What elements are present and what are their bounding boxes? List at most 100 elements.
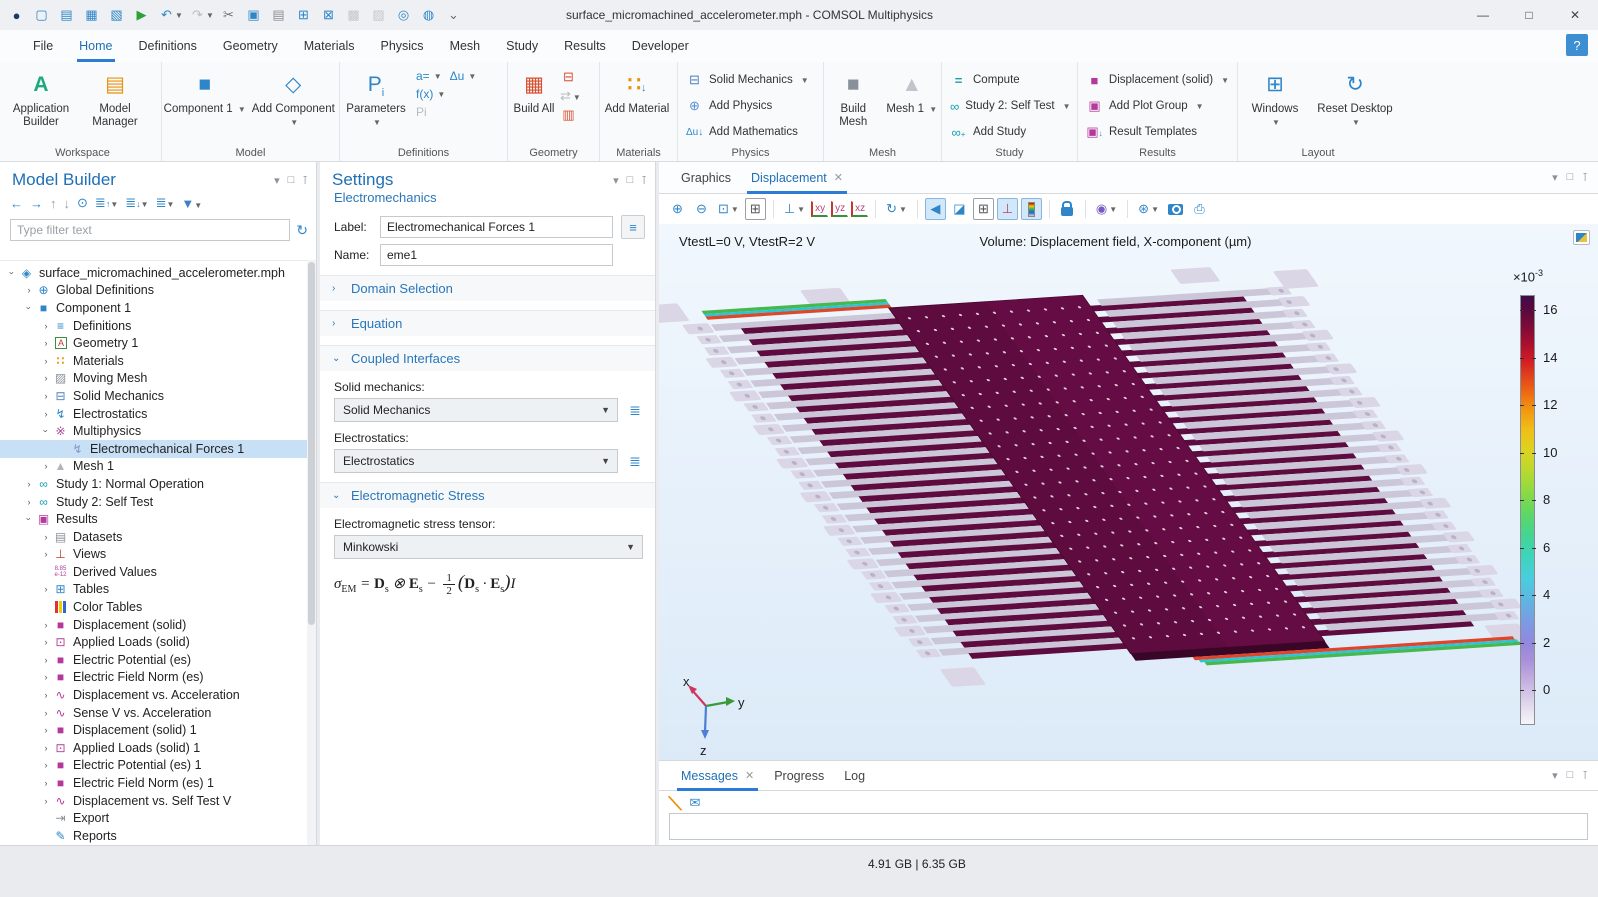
tree-expand-arrow[interactable]: › — [40, 672, 52, 682]
tree-item[interactable]: ›AGeometry 1 — [0, 334, 307, 352]
tree-expand-arrow[interactable]: › — [41, 425, 51, 437]
tree-item[interactable]: ↯Electromechanical Forces 1 — [0, 440, 307, 458]
image-disabled-icon[interactable]: ▩ — [341, 2, 366, 28]
panel-menu-chevron-icon[interactable]: ▾ — [274, 174, 280, 187]
panel-pin-icon[interactable]: ⊺ — [302, 174, 308, 187]
tree-item[interactable]: ✎Reports — [0, 827, 307, 845]
tree-item[interactable]: ›▣Results — [0, 510, 307, 528]
tree-item[interactable]: ›⊞Tables — [0, 581, 307, 599]
open-file-icon[interactable]: ▤ — [54, 2, 79, 28]
tree-expand-arrow[interactable]: › — [40, 620, 52, 630]
label-input[interactable] — [380, 216, 613, 238]
tree-expand-arrow[interactable]: › — [23, 285, 35, 295]
delete-icon[interactable]: ⊠ — [316, 2, 341, 28]
tree-item[interactable]: ⇥Export — [0, 809, 307, 827]
panel-float-icon[interactable]: □ — [1567, 171, 1574, 184]
plot-canvas[interactable]: VtestL=0 V, VtestR=2 V Volume: Displacem… — [659, 224, 1598, 760]
maximize-button[interactable]: □ — [1506, 0, 1552, 30]
electrostatics-select[interactable]: Electrostatics▼ — [334, 449, 618, 473]
study2-button[interactable]: ∞ Study 2: Self Test▼ — [942, 93, 1077, 119]
menu-tab-physics[interactable]: Physics — [367, 30, 436, 62]
section-domain-selection[interactable]: › Domain Selection — [320, 275, 655, 301]
image-snapshot-icon[interactable] — [1165, 198, 1186, 220]
menu-tab-materials[interactable]: Materials — [291, 30, 368, 62]
section-electromagnetic-stress[interactable]: ⌄ Electromagnetic Stress — [320, 482, 655, 508]
tree-item[interactable]: ›⊟Solid Mechanics — [0, 387, 307, 405]
close-button[interactable]: ✕ — [1552, 0, 1598, 30]
tree-expand-arrow[interactable]: › — [40, 743, 52, 753]
save-search-icon[interactable]: ▧ — [104, 2, 129, 28]
tree-expand-arrow[interactable]: › — [23, 479, 35, 489]
print-icon[interactable]: ⎙ — [1189, 198, 1210, 220]
tree-expand-arrow[interactable]: › — [40, 391, 52, 401]
rotate-icon[interactable]: ↻▼ — [883, 198, 910, 220]
tree-expand-arrow[interactable]: › — [40, 760, 52, 770]
refresh-filter-icon[interactable]: ↻ — [296, 222, 308, 239]
run-icon[interactable]: ▶ — [129, 2, 154, 28]
app-logo-icon[interactable]: ● — [4, 2, 29, 28]
tab-messages[interactable]: Messages✕ — [671, 761, 764, 791]
go-to-source-icon[interactable]: ≣ — [625, 453, 645, 470]
snap-disabled-icon[interactable]: ▨ — [366, 2, 391, 28]
tree-expand-arrow[interactable]: › — [40, 655, 52, 665]
tree-item[interactable]: ›▤Datasets — [0, 528, 307, 546]
tree-item[interactable]: ›◈surface_micromachined_accelerometer.mp… — [0, 264, 307, 282]
add-component-button[interactable]: ◇ Add Component ▼ — [248, 67, 338, 129]
show-axis-orientation-icon[interactable]: ⊥ — [997, 198, 1018, 220]
model-manager-button[interactable]: ▤ Model Manager — [78, 67, 152, 129]
copy-icon[interactable]: ▣ — [241, 2, 266, 28]
add-plot-group-button[interactable]: ▣ Add Plot Group▼ — [1078, 93, 1237, 119]
show-icon[interactable]: ⊙ — [77, 195, 88, 211]
tree-expand-arrow[interactable]: › — [40, 373, 52, 383]
variables-button[interactable]: a=▼ — [412, 67, 446, 85]
minimize-button[interactable]: — — [1460, 0, 1506, 30]
tree-filter-input[interactable] — [10, 219, 290, 241]
tree-expand-arrow[interactable]: › — [40, 549, 52, 559]
update-solution-button[interactable]: Δu▼ — [446, 67, 481, 85]
move-up-icon[interactable]: ↑ — [50, 196, 57, 211]
import-geometry-icon[interactable]: ⊟ — [560, 69, 577, 85]
tab-graphics[interactable]: Graphics — [671, 162, 741, 194]
cut-icon[interactable]: ✂ — [216, 2, 241, 28]
windows-button[interactable]: ⊞ Windows▼ — [1242, 67, 1308, 129]
build-all-button[interactable]: ▦ Build All — [508, 67, 560, 123]
tree-item[interactable]: ›≡Definitions — [0, 317, 307, 335]
tree-item[interactable]: ›■Electric Field Norm (es) 1 — [0, 774, 307, 792]
add-physics-button[interactable]: ⊕ Add Physics — [678, 93, 823, 119]
panel-pin-icon[interactable]: ⊺ — [641, 174, 647, 187]
build-mesh-button[interactable]: ■ Build Mesh — [825, 67, 881, 129]
panel-menu-chevron-icon[interactable]: ▾ — [1552, 171, 1558, 184]
tree-expand-arrow[interactable]: › — [24, 513, 34, 525]
add-material-button[interactable]: ∷↓ Add Material — [600, 67, 674, 116]
tree-expand-arrow[interactable]: › — [40, 532, 52, 542]
dropdown-chevron-icon[interactable]: ▼ — [206, 11, 216, 20]
find-replace-icon[interactable]: ◍ — [416, 2, 441, 28]
find-icon[interactable]: ◎ — [391, 2, 416, 28]
panel-float-icon[interactable]: □ — [288, 174, 295, 187]
tree-expand-arrow[interactable]: › — [40, 409, 52, 419]
tree-expand-arrow[interactable]: › — [40, 690, 52, 700]
tree-item[interactable]: ›■Displacement (solid) — [0, 616, 307, 634]
menu-tab-file[interactable]: File — [20, 30, 66, 62]
tree-item[interactable]: ›■Electric Potential (es) 1 — [0, 757, 307, 775]
show-color-legend-icon[interactable] — [1021, 198, 1042, 220]
expand-all-icon[interactable]: ≣↓▼ — [125, 195, 148, 211]
tree-expand-arrow[interactable]: › — [40, 796, 52, 806]
tree-item[interactable]: ›■Electric Field Norm (es) — [0, 669, 307, 687]
application-builder-button[interactable]: A Application Builder — [4, 67, 78, 129]
tree-expand-arrow[interactable]: › — [23, 497, 35, 507]
panel-float-icon[interactable]: □ — [1567, 769, 1574, 782]
dropdown-chevron-icon[interactable]: ▼ — [175, 11, 185, 20]
zoom-in-icon[interactable]: ⊕ — [667, 198, 688, 220]
tree-item[interactable]: ›∞Study 2: Self Test — [0, 493, 307, 511]
tree-item[interactable]: ›∿Displacement vs. Acceleration — [0, 686, 307, 704]
add-study-button[interactable]: ∞+ Add Study — [942, 119, 1077, 145]
rename-button[interactable]: ≡ — [621, 215, 645, 239]
model-builder-scrollbar[interactable] — [307, 260, 316, 845]
tab-log[interactable]: Log — [834, 761, 875, 791]
tab-displacement[interactable]: Displacement✕ — [741, 162, 853, 194]
tree-expand-arrow[interactable]: › — [24, 302, 34, 314]
forward-icon[interactable]: → — [30, 196, 43, 211]
tree-item[interactable]: ›⊡Applied Loads (solid) 1 — [0, 739, 307, 757]
show-grid-icon[interactable]: ⊞ — [973, 198, 994, 220]
